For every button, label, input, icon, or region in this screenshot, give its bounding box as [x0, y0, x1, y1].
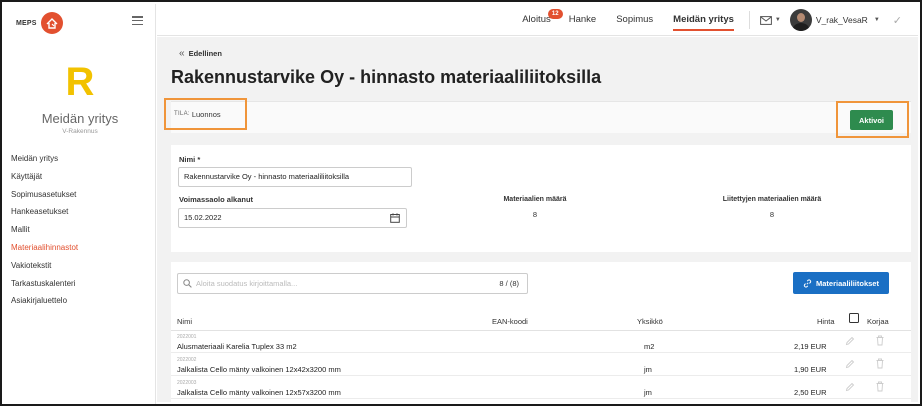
column-header-unit[interactable]: Yksikkö: [637, 317, 663, 326]
sidebar: MEPS R Meidän yritys V-Rakennus Meidän y…: [4, 4, 156, 404]
trash-icon[interactable]: [875, 358, 885, 369]
activate-highlight: Aktivoi: [836, 101, 909, 138]
column-header-name[interactable]: Nimi: [177, 317, 192, 326]
material-unit: jm: [644, 388, 652, 397]
sidebar-item-materiaalihinnastot[interactable]: Materiaalihinnastot: [11, 239, 78, 257]
page-title: Rakennustarvike Oy - hinnasto materiaali…: [171, 67, 602, 87]
brand[interactable]: MEPS: [16, 12, 63, 34]
column-header-price[interactable]: Hinta: [817, 317, 835, 326]
material-unit: jm: [644, 365, 652, 374]
table-row[interactable]: 2022003 Jalkalista Cello mänty valkoinen…: [171, 377, 911, 399]
company-subtitle: V-Rakennus: [62, 128, 98, 135]
valid-from-field[interactable]: 15.02.2022: [178, 208, 384, 228]
calendar-icon[interactable]: [383, 208, 407, 228]
nav-meidan-yritys[interactable]: Meidän yritys: [673, 4, 734, 36]
material-code: 2022002: [177, 357, 197, 363]
status-key: TILA:: [174, 111, 190, 117]
nav-divider: [748, 11, 750, 29]
table-row[interactable]: 2022001 Alusmateriaali Karelia Tuplex 33…: [171, 331, 911, 353]
sidebar-nav: Meidän yritys Käyttäjät Sopimusasetukset…: [11, 150, 78, 310]
material-code: 2022003: [177, 380, 197, 386]
valid-from-label: Voimassaolo alkanut: [179, 195, 254, 204]
materials-table-card: 8 / (8) Materiaaliliitokset Nimi EAN-koo…: [171, 262, 911, 404]
pricelist-details-card: Nimi * Rakennustarvike Oy - hinnasto mat…: [171, 145, 911, 252]
sidebar-item-vakiotekstit[interactable]: Vakiotekstit: [11, 257, 78, 275]
chevron-down-icon: ▼: [774, 17, 781, 23]
result-count: 8 / (8): [499, 279, 519, 288]
material-price: 2,19 EUR: [794, 342, 827, 351]
status-bar: [171, 101, 911, 133]
back-link[interactable]: « Edellinen: [179, 48, 222, 59]
messages-menu[interactable]: ▼: [759, 15, 781, 25]
company-name: Meidän yritys: [41, 111, 119, 126]
material-code: 2022001: [177, 334, 197, 340]
search-input[interactable]: [196, 279, 500, 288]
check-icon[interactable]: ✓: [893, 14, 902, 27]
status-value: Luonnos: [191, 109, 221, 119]
nav-hanke[interactable]: Hanke: [569, 4, 596, 36]
column-header-ean[interactable]: EAN-koodi: [492, 317, 528, 326]
sidebar-item-mallit[interactable]: Mallit: [11, 221, 78, 239]
app-frame: MEPS R Meidän yritys V-Rakennus Meidän y…: [0, 0, 922, 406]
top-nav: Aloitus 12 Hanke Sopimus Meidän yritys ▼…: [522, 4, 918, 36]
search-icon: [183, 279, 192, 288]
main-content: « Edellinen Rakennustarvike Oy - hinnast…: [157, 37, 918, 404]
linked-count-label: Liitettyjen materiaalien määrä: [722, 196, 822, 203]
name-field[interactable]: Rakennustarvike Oy - hinnasto materiaali…: [178, 167, 412, 187]
material-price: 2,50 EUR: [794, 388, 827, 397]
nav-aloitus[interactable]: Aloitus 12: [522, 4, 563, 36]
sidebar-item-tarkastuskalenteri[interactable]: Tarkastuskalenteri: [11, 275, 78, 293]
material-links-button[interactable]: Materiaaliliitokset: [793, 272, 889, 294]
material-price: 1,90 EUR: [794, 365, 827, 374]
materials-count-label: Materiaalien määrä: [503, 196, 567, 203]
sidebar-item-sopimusasetukset[interactable]: Sopimusasetukset: [11, 186, 78, 204]
user-chevron-down-icon[interactable]: ▼: [874, 17, 880, 23]
sidebar-item-meidan-yritys[interactable]: Meidän yritys: [11, 150, 78, 168]
table-row[interactable]: 2022002 Jalkalista Cello mänty valkoinen…: [171, 354, 911, 376]
nav-aloitus-label: Aloitus: [522, 14, 551, 25]
column-header-fix: Korjaa: [867, 317, 889, 326]
select-all-checkbox[interactable]: [849, 313, 859, 323]
sidebar-item-asiakirjaluettelo[interactable]: Asiakirjaluettelo: [11, 292, 78, 310]
linked-count-value: 8: [769, 210, 775, 219]
meps-logo-icon: [40, 12, 63, 34]
name-label: Nimi *: [179, 155, 201, 164]
sidebar-item-hankeasetukset[interactable]: Hankeasetukset: [11, 203, 78, 221]
link-icon: [803, 278, 812, 288]
activate-button[interactable]: Aktivoi: [850, 110, 893, 130]
edit-pencil-icon[interactable]: [845, 336, 855, 346]
top-bar: Aloitus 12 Hanke Sopimus Meidän yritys ▼…: [157, 4, 918, 36]
user-name[interactable]: V_rak_VesaR: [816, 15, 868, 25]
back-label: Edellinen: [188, 49, 222, 58]
sidebar-item-kayttajat[interactable]: Käyttäjät: [11, 168, 78, 186]
mail-icon: [759, 15, 772, 25]
brand-name: MEPS: [16, 19, 37, 27]
edit-pencil-icon[interactable]: [845, 382, 855, 392]
material-unit: m2: [644, 342, 655, 351]
company-initial: R: [65, 60, 95, 104]
status-highlight: TILA: Luonnos: [164, 98, 247, 130]
material-name: Jalkalista Cello mänty valkoinen 12x57x3…: [177, 388, 341, 397]
edit-pencil-icon[interactable]: [845, 359, 855, 369]
materials-count-value: 8: [532, 210, 538, 219]
double-chevron-left-icon: «: [179, 48, 185, 59]
material-name: Jalkalista Cello mänty valkoinen 12x42x3…: [177, 365, 341, 374]
trash-icon[interactable]: [875, 335, 885, 346]
nav-sopimus[interactable]: Sopimus: [616, 4, 653, 36]
trash-icon[interactable]: [875, 381, 885, 392]
notification-badge: 12: [547, 9, 563, 19]
material-links-label: Materiaaliliitokset: [816, 278, 879, 288]
search-box: 8 / (8): [177, 273, 528, 294]
avatar[interactable]: [789, 9, 812, 31]
material-name: Alusmateriaali Karelia Tuplex 33 m2: [177, 342, 297, 351]
menu-toggle-icon[interactable]: [132, 16, 143, 26]
